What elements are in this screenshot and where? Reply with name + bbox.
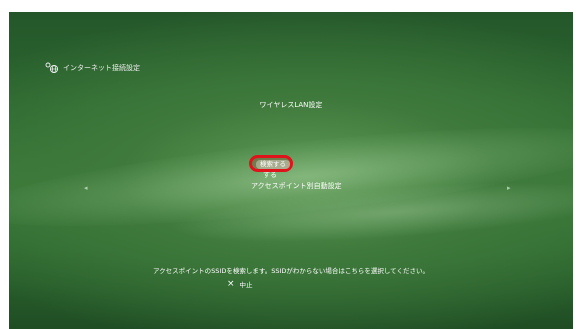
menu-item-label: アクセスポイント別自動設定: [251, 182, 342, 190]
left-arrow-icon[interactable]: ◂: [84, 184, 88, 192]
menu-item-label: する: [263, 171, 277, 179]
ps3-settings-screen: インターネット接続設定 ワイヤレスLAN設定 ◂ ▸ 検索する する アクセスポ…: [9, 12, 573, 329]
menu-item-auto-setup[interactable]: アクセスポイント別自動設定: [251, 181, 342, 192]
screenshot-frame: インターネット接続設定 ワイヤレスLAN設定 ◂ ▸ 検索する する アクセスポ…: [0, 0, 581, 329]
options-menu: 検索する する アクセスポイント別自動設定: [249, 155, 342, 192]
cancel-label: 中止: [239, 281, 253, 289]
right-arrow-icon[interactable]: ▸: [507, 184, 511, 192]
section-title: ワイヤレスLAN設定: [259, 101, 323, 109]
menu-item-label: 検索する: [256, 160, 290, 169]
screen-header: インターネット接続設定: [45, 62, 140, 74]
menu-item-search[interactable]: 検索する: [249, 155, 297, 172]
page-title: インターネット接続設定: [63, 64, 140, 72]
help-text: アクセスポイントのSSIDを検索します。SSIDがわからない場合はこちらを選択し…: [153, 267, 429, 275]
globe-network-icon: [45, 62, 59, 74]
cross-button-icon: ×: [227, 278, 235, 289]
cancel-button[interactable]: × 中止: [227, 279, 253, 289]
